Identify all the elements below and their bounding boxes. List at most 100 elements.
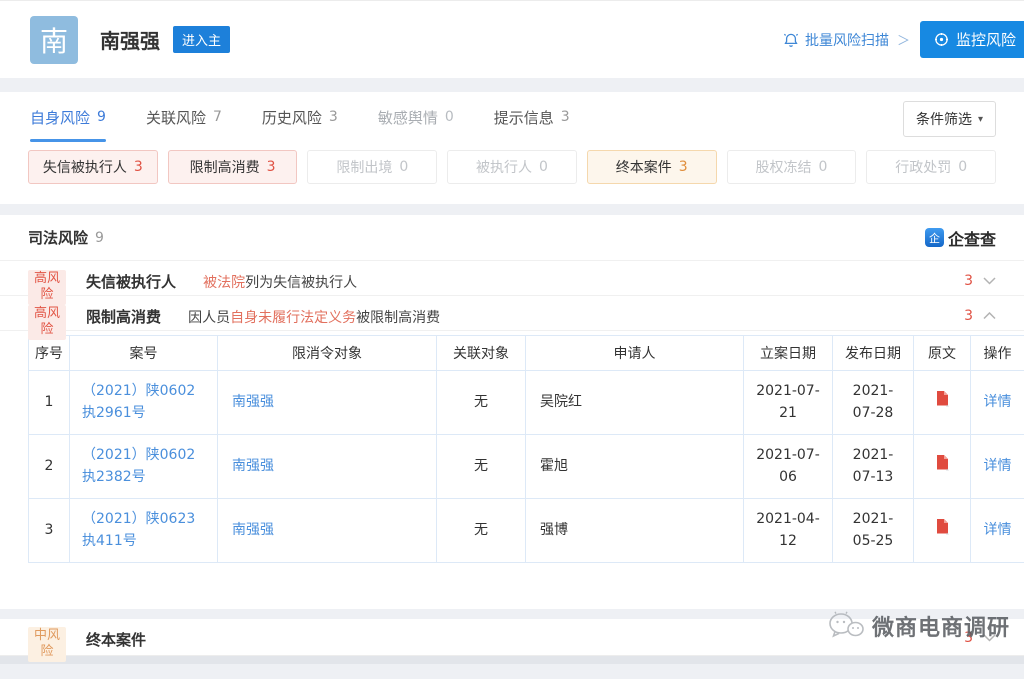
batch-risk-scan-link[interactable]: 批量风险扫描 [783, 30, 889, 50]
section-title: 司法风险 [28, 227, 88, 248]
chip-label: 行政处罚 [895, 157, 951, 177]
chip-equity-freeze[interactable]: 股权冻结0 [727, 150, 857, 184]
col-header-no: 序号 [29, 336, 70, 371]
wechat-bubbles-icon [827, 611, 865, 641]
desc-part: 因人员 [188, 310, 230, 326]
chip-count: 3 [267, 159, 276, 175]
col-header-action: 操作 [971, 336, 1024, 371]
risk-level-badge: 高风险 [28, 270, 66, 305]
col-header-applicant: 申请人 [526, 336, 744, 371]
qcc-brand: 企 企查查 [925, 226, 996, 250]
collapse-toggle[interactable]: 3 [964, 308, 996, 324]
header-actions: 批量风险扫描 ＞ 监控风险 [783, 21, 1024, 58]
chip-count: 0 [958, 159, 967, 175]
tab-history-risk[interactable]: 历史风险 3 [262, 92, 338, 142]
target-person-link[interactable]: 南强强 [232, 522, 274, 538]
cell-applicant: 强博 [526, 499, 744, 563]
monitor-risk-button[interactable]: 监控风险 [920, 21, 1024, 58]
chip-label: 限制出境 [336, 157, 392, 177]
risk-monitor-page: 南 南强强 进入主 批量风险扫描 ＞ 监控风险 自身风险9 关联风险7 历史风险… [0, 0, 1024, 679]
target-person-link[interactable]: 南强强 [232, 458, 274, 474]
col-header-filing-date: 立案日期 [744, 336, 833, 371]
tab-related-risk[interactable]: 关联风险7 [146, 92, 222, 142]
entity-header: 南 南强强 进入主 批量风险扫描 ＞ 监控风险 [0, 0, 1024, 78]
risk-filter-chips: 失信被执行人3 限制高消费3 限制出境0 被执行人0 终本案件3 股权冻结0 行… [28, 150, 996, 184]
chip-executee[interactable]: 被执行人0 [447, 150, 577, 184]
cell-no: 1 [29, 371, 70, 435]
chevron-up-icon [983, 312, 996, 320]
chip-label: 股权冻结 [755, 157, 811, 177]
chip-consumption-restriction[interactable]: 限制高消费 3 [168, 150, 298, 184]
cell-publish-date: 2021-05-25 [833, 499, 914, 563]
risk-row-title: 失信被执行人 [86, 271, 176, 292]
batch-risk-scan-label: 批量风险扫描 [805, 30, 889, 50]
table-row: 3 （2021）陕0623执411号 南强强 无 强博 2021-04-12 2… [29, 499, 1024, 563]
pdf-icon[interactable] [935, 518, 950, 535]
risk-row-dishonest-executee[interactable]: 高风险 失信被执行人 被法院列为失信被执行人 3 [0, 261, 1024, 296]
tab-label: 敏感舆情 [378, 107, 438, 128]
pdf-icon[interactable] [935, 390, 950, 407]
tab-count: 0 [445, 109, 454, 125]
tab-count: 7 [213, 109, 222, 125]
enter-homepage-badge[interactable]: 进入主 [173, 26, 230, 53]
case-number-link[interactable]: （2021）陕0602执2961号 [82, 383, 195, 421]
chip-count: 3 [134, 159, 143, 175]
bottom-divider-bar [0, 656, 1024, 664]
watermark: 微商电商调研 [827, 610, 1010, 642]
chip-admin-penalty[interactable]: 行政处罚 0 [866, 150, 996, 184]
detail-link[interactable]: 详情 [984, 394, 1012, 410]
cell-publish-date: 2021-07-13 [833, 435, 914, 499]
chip-label: 终本案件 [616, 157, 672, 177]
section-header: 司法风险 9 企 企查查 [0, 215, 1024, 261]
tab-count: 9 [97, 109, 106, 125]
case-number-link[interactable]: （2021）陕0623执411号 [82, 511, 195, 549]
risk-row-description: 被法院列为失信被执行人 [203, 271, 357, 292]
entity-name: 南强强 [100, 25, 160, 54]
desc-part: 被限制高消费 [356, 310, 440, 326]
table-row: 2 （2021）陕0602执2382号 南强强 无 霍旭 2021-07-06 … [29, 435, 1024, 499]
col-header-original-doc: 原文 [914, 336, 971, 371]
chip-label: 被执行人 [476, 157, 532, 177]
col-header-target: 限消令对象 [218, 336, 437, 371]
detail-link[interactable]: 详情 [984, 458, 1012, 474]
cell-no: 3 [29, 499, 70, 563]
tab-label: 历史风险 [262, 107, 322, 128]
chip-count: 0 [399, 159, 408, 175]
target-person-link[interactable]: 南强强 [232, 394, 274, 410]
case-number-link[interactable]: （2021）陕0602执2382号 [82, 447, 195, 485]
section-count: 9 [95, 230, 104, 246]
table-row: 1 （2021）陕0602执2961号 南强强 无 吴院红 2021-07-21… [29, 371, 1024, 435]
expand-toggle[interactable]: 3 [964, 273, 996, 289]
chip-dishonest-executee[interactable]: 失信被执行人3 [28, 150, 158, 184]
arrow-right-icon: ＞ [897, 30, 910, 49]
row-count: 3 [964, 308, 973, 324]
monitor-target-icon [934, 32, 949, 47]
qcc-logo-text: 企查查 [948, 226, 996, 250]
desc-part-highlight: 自身未履行法定义务 [230, 310, 356, 326]
condition-filter-button[interactable]: 条件筛选 ▾ [903, 101, 996, 137]
detail-link[interactable]: 详情 [984, 522, 1012, 538]
tab-hint-info[interactable]: 提示信息3 [494, 92, 570, 142]
cell-no: 2 [29, 435, 70, 499]
tab-self-risk[interactable]: 自身风险9 [30, 92, 106, 142]
cell-publish-date: 2021-07-28 [833, 371, 914, 435]
condition-filter-label: 条件筛选 [916, 109, 972, 129]
consumption-restriction-table: 序号 案号 限消令对象 关联对象 申请人 立案日期 发布日期 原文 操作 1 （… [28, 335, 1024, 563]
pdf-icon[interactable] [935, 454, 950, 471]
tab-count: 3 [329, 109, 338, 125]
chip-exit-restriction[interactable]: 限制出境 0 [307, 150, 437, 184]
tab-count: 3 [561, 109, 570, 125]
chip-terminated-case[interactable]: 终本案件3 [587, 150, 717, 184]
col-header-publish-date: 发布日期 [833, 336, 914, 371]
risk-row-title: 限制高消费 [86, 306, 161, 327]
alarm-bell-icon [783, 32, 799, 48]
chip-label: 限制高消费 [190, 157, 260, 177]
cell-filing-date: 2021-07-06 [744, 435, 833, 499]
risk-row-title: 终本案件 [86, 629, 146, 650]
tab-sensitive-news[interactable]: 敏感舆情 0 [378, 92, 454, 142]
judicial-risk-section: 司法风险 9 企 企查查 高风险 失信被执行人 被法院列为失信被执行人 3 高风… [0, 215, 1024, 609]
row-count: 3 [964, 273, 973, 289]
cell-related: 无 [437, 435, 526, 499]
risk-row-consumption-restriction[interactable]: 高风险 限制高消费 因人员自身未履行法定义务被限制高消费 3 [0, 296, 1024, 331]
risk-tabs-card: 自身风险9 关联风险7 历史风险 3 敏感舆情 0 提示信息3 条件筛选 ▾ 失信被… [0, 92, 1024, 204]
